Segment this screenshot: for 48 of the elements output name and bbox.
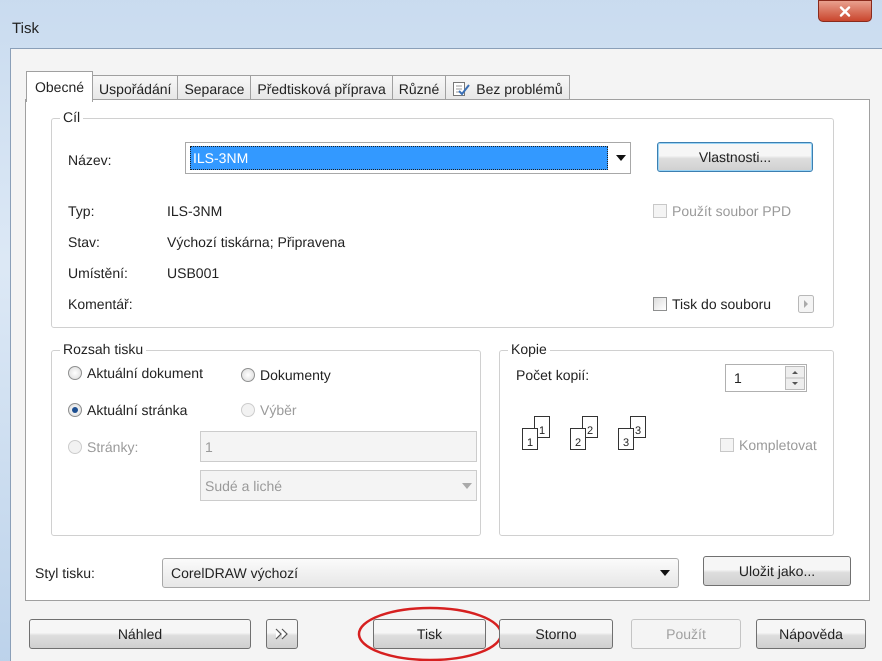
group-title: Rozsah tisku bbox=[60, 341, 146, 357]
checkbox-label: Kompletovat bbox=[739, 437, 817, 453]
page-icon: 3 bbox=[618, 428, 634, 450]
spin-arrows-icon bbox=[785, 366, 805, 390]
radio-label: Aktuální stránka bbox=[87, 402, 188, 418]
field-label: Název: bbox=[68, 152, 112, 168]
radio-button[interactable] bbox=[68, 403, 82, 417]
page-icon: 1 bbox=[522, 428, 538, 450]
field-label: Počet kopií: bbox=[516, 367, 590, 383]
style-dropdown[interactable]: CorelDRAW výchozí bbox=[162, 558, 679, 588]
dialog-button[interactable]: Nápověda bbox=[756, 619, 866, 649]
close-icon bbox=[839, 6, 851, 16]
copies-spinner[interactable]: 1 bbox=[725, 364, 807, 392]
radio-label: Stránky: bbox=[87, 439, 138, 455]
arrow-button[interactable] bbox=[798, 295, 814, 313]
expand-button[interactable] bbox=[266, 619, 298, 649]
group-title: Cíl bbox=[60, 109, 84, 125]
info-label: Stav: bbox=[68, 234, 100, 250]
dialog-button[interactable]: Storno bbox=[499, 619, 613, 649]
tab[interactable]: Obecné bbox=[26, 71, 94, 102]
caret-icon bbox=[616, 155, 626, 161]
radio-label: Výběr bbox=[260, 402, 297, 418]
close-button[interactable] bbox=[818, 0, 872, 22]
checkbox-label: Tisk do souboru bbox=[672, 296, 772, 312]
checkbox[interactable] bbox=[653, 297, 667, 311]
checklist-icon bbox=[452, 81, 470, 97]
dialog-button[interactable]: Tisk bbox=[373, 619, 486, 649]
caret-icon bbox=[462, 482, 472, 488]
info-label: Umístění: bbox=[68, 265, 128, 281]
page-icon: 2 bbox=[570, 428, 586, 450]
radio-button[interactable] bbox=[241, 368, 255, 382]
field-label: Styl tisku: bbox=[35, 565, 95, 581]
properties-button[interactable]: Vlastnosti... bbox=[657, 142, 813, 172]
dialog-button[interactable]: Náhled bbox=[29, 619, 251, 649]
info-value: Výchozí tiskárna; Připravena bbox=[167, 234, 346, 250]
caret-icon bbox=[660, 570, 670, 576]
double-arrow-icon bbox=[275, 628, 289, 640]
radio-label: Aktuální dokument bbox=[87, 365, 203, 381]
checkbox-label: Použít soubor PPD bbox=[672, 203, 792, 219]
info-label: Typ: bbox=[68, 203, 94, 219]
radio-button[interactable] bbox=[68, 366, 82, 380]
info-label: Komentář: bbox=[68, 296, 133, 312]
info-value: USB001 bbox=[167, 265, 220, 281]
save-as-button[interactable]: Uložit jako... bbox=[703, 556, 851, 586]
window-title: Tisk bbox=[12, 20, 39, 37]
group-title: Kopie bbox=[508, 341, 550, 357]
info-value: ILS-3NM bbox=[167, 203, 222, 219]
radio-label: Dokumenty bbox=[260, 367, 331, 383]
